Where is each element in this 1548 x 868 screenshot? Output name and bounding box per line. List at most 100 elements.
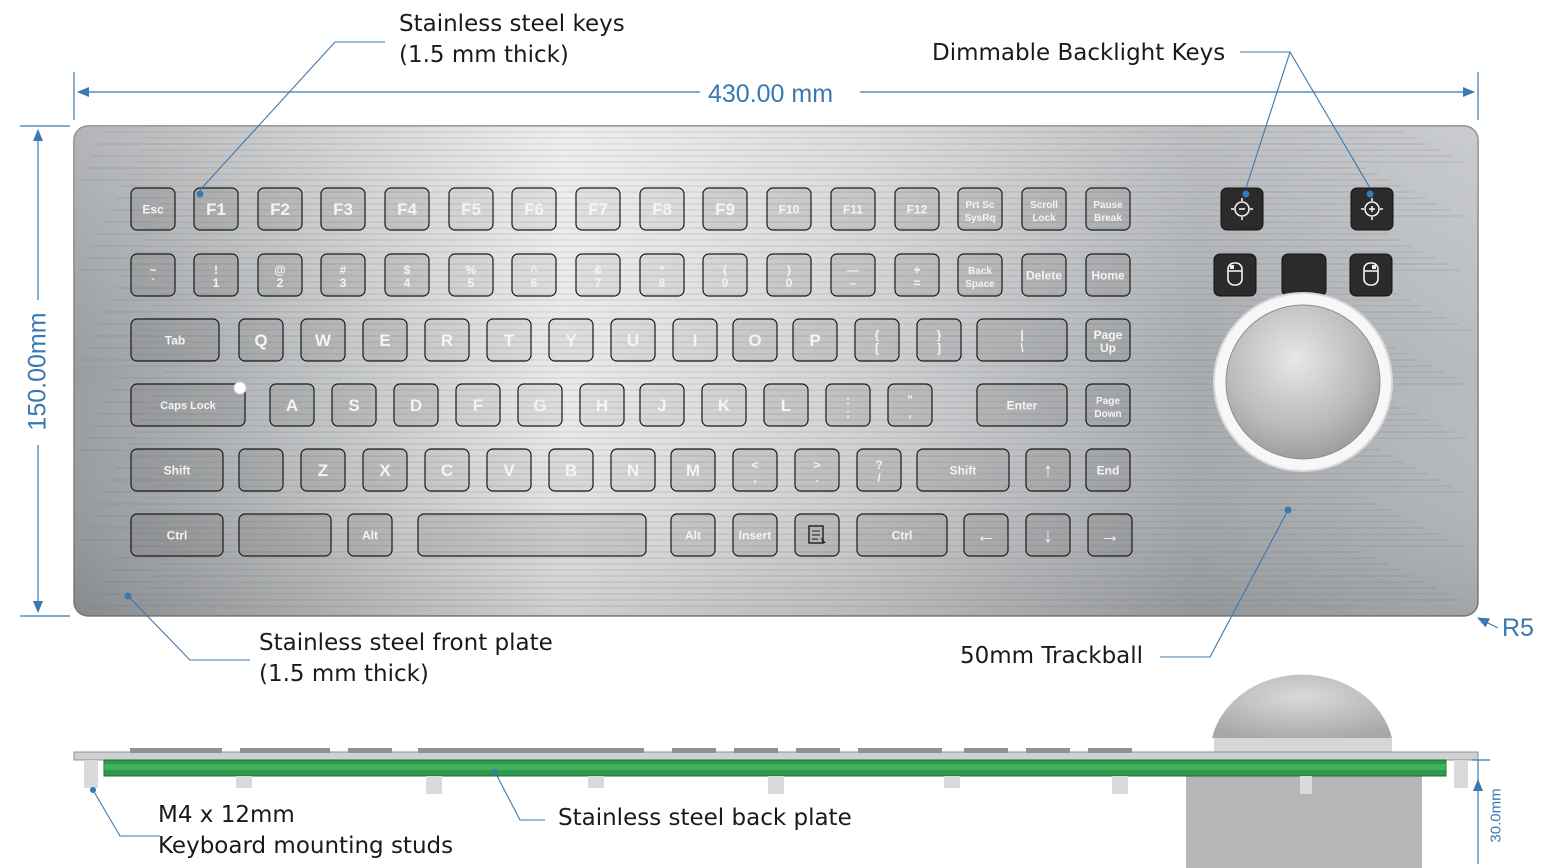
key-i[interactable]: I [672,318,718,362]
key-end[interactable]: End [1085,448,1131,492]
caps-lock-led-icon [233,381,247,395]
key-label: U [627,331,639,350]
key-b[interactable]: B [548,448,594,492]
key-q[interactable]: Q [238,318,284,362]
key-5[interactable]: %5 [448,253,494,297]
key-back-space[interactable]: Back Space [957,253,1003,297]
key-symbol-4-10[interactable]: >. [794,448,840,492]
key-label: 2 [277,276,284,290]
key-pause-break[interactable]: Pause Break [1085,187,1131,231]
key-symbol-2-11[interactable]: {[ [854,318,900,362]
key-label: T [504,331,515,350]
mouse-left-key [1213,253,1257,297]
key-l[interactable]: L [763,383,809,427]
key-f7[interactable]: F7 [575,187,621,231]
key-symbol-5-9[interactable]: ↓ [1025,513,1071,557]
back-plate-callout: Stainless steel back plate [558,805,852,831]
key-o[interactable]: O [732,318,778,362]
key-v[interactable]: V [486,448,532,492]
key-page-up[interactable]: PageUp [1085,318,1131,362]
key-page-down[interactable]: Page Down [1085,383,1131,427]
key-f[interactable]: F [455,383,501,427]
key-y[interactable]: Y [548,318,594,362]
key-delete[interactable]: Delete [1021,253,1067,297]
key-symbol-4-11[interactable]: ?/ [856,448,902,492]
key-blank[interactable] [238,448,284,492]
key-symbol-3-11[interactable]: ", [887,383,933,427]
key-7[interactable]: &7 [575,253,621,297]
key-scroll-lock[interactable]: Scroll Lock [1021,187,1067,231]
key-f6[interactable]: F6 [511,187,557,231]
key-x[interactable]: X [362,448,408,492]
backlight-callout: Dimmable Backlight Keys [932,40,1226,66]
key-0[interactable]: )0 [766,253,812,297]
key-3[interactable]: #3 [320,253,366,297]
key-home[interactable]: Home [1085,253,1131,297]
key-r[interactable]: R [424,318,470,362]
key-u[interactable]: U [610,318,656,362]
key-f11[interactable]: F11 [830,187,876,231]
key-e[interactable]: E [362,318,408,362]
key-enter[interactable]: Enter [976,383,1068,427]
key-8[interactable]: *8 [639,253,685,297]
key-caps-lock[interactable]: Caps Lock [130,383,246,427]
key-2[interactable]: @2 [257,253,303,297]
key-f9[interactable]: F9 [702,187,748,231]
key-symbol-1-0[interactable]: ~` [130,253,176,297]
key-label: Alt [685,528,701,542]
key-6[interactable]: ^6 [511,253,557,297]
key-k[interactable]: K [701,383,747,427]
key-ctrl[interactable]: Ctrl [130,513,224,557]
key-m[interactable]: M [670,448,716,492]
key-g[interactable]: G [517,383,563,427]
key-p[interactable]: P [792,318,838,362]
key-symbol-4-9[interactable]: <, [732,448,778,492]
key-w[interactable]: W [300,318,346,362]
key-n[interactable]: N [610,448,656,492]
key-f3[interactable]: F3 [320,187,366,231]
key-s[interactable]: S [331,383,377,427]
key-alt[interactable]: Alt [347,513,393,557]
key-symbol-1-12[interactable]: += [894,253,940,297]
key-4[interactable]: $4 [384,253,430,297]
key-shift[interactable]: Shift [916,448,1010,492]
key-prt-sc-sysrq[interactable]: Prt Sc SysRq [957,187,1003,231]
key-label: 3 [340,276,347,290]
key-label: ` [151,276,155,290]
key-symbol-2-12[interactable]: }] [916,318,962,362]
key-f12[interactable]: F12 [894,187,940,231]
key-a[interactable]: A [269,383,315,427]
key-esc[interactable]: Esc [130,187,176,231]
key-f4[interactable]: F4 [384,187,430,231]
key-label: % [466,263,477,277]
key-shift[interactable]: Shift [130,448,224,492]
key-symbol-3-10[interactable]: :; [825,383,871,427]
key-f8[interactable]: F8 [639,187,685,231]
key-tab[interactable]: Tab [130,318,220,362]
key-symbol-1-11[interactable]: —– [830,253,876,297]
key-insert[interactable]: Insert [732,513,778,557]
key-label: F5 [461,200,481,219]
key-h[interactable]: H [579,383,625,427]
key-menu[interactable] [794,513,840,557]
key-symbol-2-13[interactable]: |\ [976,318,1068,362]
key-symbol-5-8[interactable]: ← [963,513,1009,557]
key-blank[interactable] [238,513,332,557]
key-j[interactable]: J [639,383,685,427]
key-blank[interactable] [417,513,647,557]
key-f5[interactable]: F5 [448,187,494,231]
key-label: Z [318,461,328,480]
key-symbol-4-13[interactable]: ↑ [1025,448,1071,492]
key-alt[interactable]: Alt [670,513,716,557]
key-t[interactable]: T [486,318,532,362]
key-1[interactable]: !1 [193,253,239,297]
key-label: Up [1100,341,1116,355]
key-z[interactable]: Z [300,448,346,492]
key-c[interactable]: C [424,448,470,492]
key-f10[interactable]: F10 [766,187,812,231]
key-d[interactable]: D [393,383,439,427]
key-ctrl[interactable]: Ctrl [856,513,948,557]
key-f2[interactable]: F2 [257,187,303,231]
key-symbol-5-10[interactable]: → [1087,513,1133,557]
key-9[interactable]: (9 [702,253,748,297]
